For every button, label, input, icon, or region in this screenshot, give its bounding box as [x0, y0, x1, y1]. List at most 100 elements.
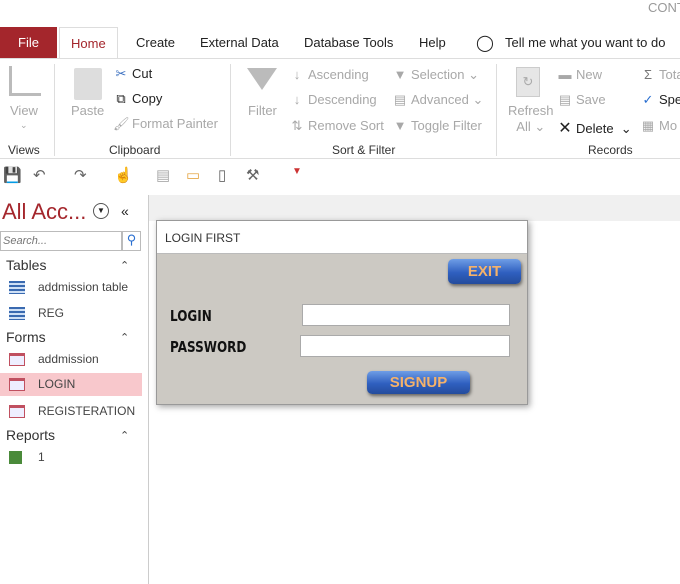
- ascending-button[interactable]: ↓ Ascending: [289, 67, 369, 82]
- save-label: Save: [576, 92, 606, 107]
- password-input[interactable]: [300, 335, 510, 357]
- paste-button[interactable]: Paste: [71, 103, 104, 118]
- nav-search-input[interactable]: [0, 231, 122, 251]
- login-form-window: LOGIN FIRST EXIT LOGIN PASSWORD SIGNUP: [156, 220, 528, 405]
- filter-button[interactable]: Filter: [248, 103, 277, 118]
- save-icon[interactable]: 💾: [3, 166, 22, 184]
- password-label: PASSWORD: [170, 338, 247, 356]
- refresh-all-button[interactable]: Refresh All ⌄: [508, 103, 554, 135]
- nav-section-reports[interactable]: Reports: [6, 427, 55, 443]
- spelling-label: Spe: [659, 92, 680, 107]
- nav-item-label: REGISTERATION: [38, 404, 136, 418]
- more-button[interactable]: ▦ Mo: [640, 118, 677, 134]
- document-icon[interactable]: ▤: [156, 166, 170, 184]
- view-icon: [9, 66, 41, 96]
- divider: [230, 64, 231, 156]
- nav-item-login[interactable]: LOGIN: [0, 373, 142, 396]
- collapse-section-icon[interactable]: ⌃: [120, 429, 129, 442]
- nav-section-tables[interactable]: Tables: [6, 257, 46, 273]
- spelling-check-icon: ✓: [642, 92, 654, 107]
- collapse-nav-icon[interactable]: «: [121, 203, 129, 219]
- toggle-filter-icon: ▼: [393, 118, 407, 133]
- lightbulb-icon: ◯: [476, 35, 494, 52]
- nav-item-reg[interactable]: REG: [0, 302, 142, 325]
- open-folder-icon[interactable]: ▭: [186, 166, 200, 184]
- collapse-section-icon[interactable]: ⌃: [120, 331, 129, 344]
- divider: [54, 64, 55, 156]
- nav-item-registeration[interactable]: REGISTERATION: [0, 400, 142, 423]
- new-record-button[interactable]: ▬ New: [557, 67, 603, 82]
- nav-pane-border: [148, 195, 149, 584]
- new-record-icon: ▬: [558, 67, 572, 82]
- sigma-icon: Σ: [643, 67, 653, 82]
- nav-menu-dropdown-icon[interactable]: ▼: [93, 203, 109, 219]
- tab-create[interactable]: Create: [126, 27, 185, 58]
- tab-database-tools[interactable]: Database Tools: [294, 27, 403, 58]
- redo-icon[interactable]: ↷: [74, 166, 87, 184]
- cut-button[interactable]: ✂ Cut: [113, 66, 153, 82]
- cut-label: Cut: [132, 66, 153, 81]
- toggle-filter-button[interactable]: ▼ Toggle Filter: [392, 118, 482, 133]
- undo-icon[interactable]: ↶: [33, 166, 46, 184]
- remove-sort-icon: ⇅: [291, 118, 303, 133]
- advanced-filter-icon: ▤: [393, 92, 407, 107]
- nav-item-label: 1: [38, 450, 45, 464]
- nav-item-addmission-table[interactable]: addmission table: [0, 276, 142, 299]
- touch-mode-icon[interactable]: ☝: [114, 166, 133, 184]
- new-label: New: [576, 67, 603, 82]
- descending-button[interactable]: ↓ Descending: [289, 92, 377, 107]
- clipboard-group-label: Clipboard: [109, 143, 161, 157]
- delete-button[interactable]: ✕ Delete ⌄: [557, 118, 631, 138]
- tab-external-data[interactable]: External Data: [190, 27, 289, 58]
- remove-sort-button[interactable]: ⇅ Remove Sort: [289, 118, 384, 134]
- brush-icon: 🖌: [113, 116, 130, 131]
- totals-button[interactable]: Σ Tota: [640, 67, 680, 82]
- divider: [496, 64, 497, 156]
- totals-label: Tota: [659, 67, 680, 82]
- collapse-section-icon[interactable]: ⌃: [120, 259, 129, 272]
- search-icon[interactable]: ⚲: [122, 231, 141, 251]
- nav-item-addmission[interactable]: addmission: [0, 348, 142, 371]
- customize-qat-icon[interactable]: ▼: [292, 166, 302, 177]
- copy-button[interactable]: ⧉ Copy: [113, 91, 162, 107]
- nav-item-label: REG: [38, 306, 65, 320]
- login-input[interactable]: [302, 304, 510, 326]
- save-record-button[interactable]: ▤ Save: [557, 92, 606, 108]
- sort-ascending-icon: ↓: [293, 67, 301, 82]
- signup-button[interactable]: SIGNUP: [367, 371, 470, 394]
- form-icon: [9, 378, 25, 391]
- login-label: LOGIN: [170, 307, 212, 325]
- tab-home[interactable]: Home: [59, 27, 118, 59]
- refresh-icon: ↻: [516, 67, 540, 97]
- tell-me-input[interactable]: Tell me what you want to do: [495, 27, 675, 58]
- tools-icon[interactable]: ⚒: [246, 166, 259, 184]
- tab-file[interactable]: File: [0, 27, 57, 58]
- copy-icon: ⧉: [116, 91, 126, 106]
- spelling-button[interactable]: ✓ Spe: [640, 92, 680, 108]
- tab-help[interactable]: Help: [409, 27, 456, 58]
- scissors-icon: ✂: [115, 66, 127, 81]
- advanced-button[interactable]: ▤ Advanced ⌄: [392, 92, 484, 108]
- advanced-label: Advanced: [411, 92, 469, 107]
- exit-button[interactable]: EXIT: [448, 259, 521, 284]
- new-file-icon[interactable]: ▯: [218, 166, 226, 184]
- view-button[interactable]: View: [10, 103, 38, 118]
- table-icon: [9, 281, 25, 294]
- table-icon: [9, 307, 25, 320]
- selection-label: Selection: [411, 67, 465, 82]
- selection-button[interactable]: ▼ Selection ⌄: [392, 67, 479, 83]
- nav-section-forms[interactable]: Forms: [6, 329, 46, 345]
- filter-icon: [247, 68, 277, 90]
- form-icon: [9, 353, 25, 366]
- remove-sort-label: Remove Sort: [308, 118, 384, 133]
- save-record-icon: ▤: [558, 92, 572, 107]
- delete-label: Delete: [576, 121, 614, 136]
- nav-item-report-1[interactable]: 1: [0, 446, 142, 469]
- form-title-bar: LOGIN FIRST: [157, 221, 527, 254]
- descending-label: Descending: [308, 92, 377, 107]
- document-tab-strip: [149, 195, 680, 221]
- format-painter-label: Format Painter: [132, 116, 218, 131]
- format-painter-button[interactable]: 🖌 Format Painter: [113, 116, 218, 132]
- nav-pane-title[interactable]: All Acc...: [2, 199, 86, 225]
- report-icon: [9, 451, 22, 464]
